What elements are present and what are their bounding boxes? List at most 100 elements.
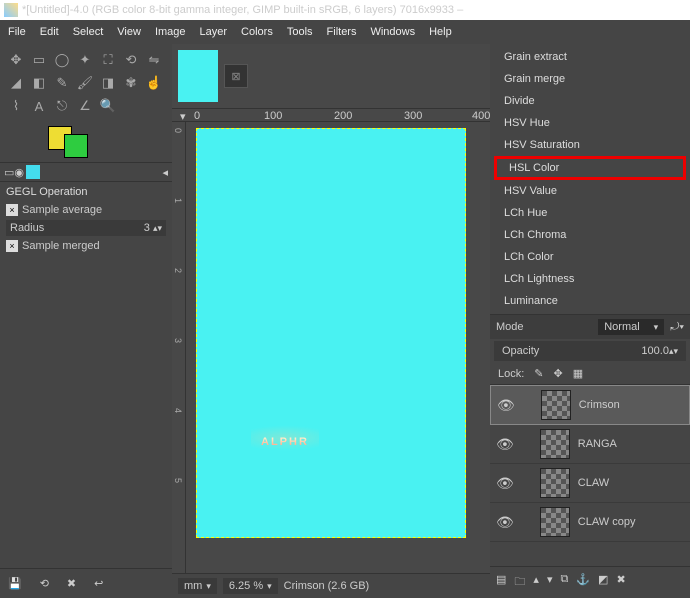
sample-average-label: Sample average [22,204,102,216]
blend-mode-item[interactable]: HSV Saturation [490,134,690,156]
blend-mode-item[interactable]: LCh Hue [490,202,690,224]
sample-average-option[interactable]: × Sample average [0,202,172,218]
checkbox-icon[interactable]: × [6,240,18,252]
delete-icon[interactable]: ✖ [67,577,76,590]
layer-group-icon[interactable]: 🗀 [514,573,525,592]
mode-switch-icon[interactable]: ⤾▾ [670,321,684,334]
lower-layer-icon[interactable]: ▾ [547,573,553,592]
menu-help[interactable]: Help [429,26,452,38]
image-thumb[interactable] [178,50,218,102]
bg-color[interactable] [64,134,88,158]
canvas[interactable]: ALPHR [186,122,490,573]
window-title: *[Untitled]-4.0 (RGB color 8-bit gamma i… [22,4,463,16]
mask-icon[interactable]: ◩ [598,573,608,592]
layer-row[interactable]: 👁Crimson [490,385,690,425]
new-layer-icon[interactable]: ▤ [496,573,506,592]
unit-dropdown[interactable]: mm▾ [178,578,217,594]
visibility-icon[interactable]: 👁 [496,436,514,453]
blend-mode-item[interactable]: LCh Color [490,246,690,268]
tool-crop[interactable]: ⛶ [98,50,118,70]
tool-lasso[interactable]: ◯ [52,50,72,70]
tab-icon[interactable] [26,165,40,179]
tab-icon[interactable]: ◉ [14,166,24,179]
layer-thumb [540,507,570,537]
raise-layer-icon[interactable]: ▴ [533,573,539,592]
tool-flip[interactable]: ⇋ [144,50,164,70]
lock-label: Lock: [498,368,524,380]
tool-eraser[interactable]: ◨ [98,73,118,93]
tool-wand[interactable]: ✦ [75,50,95,70]
close-thumb-icon[interactable]: ⊠ [224,64,248,88]
app-icon [4,3,18,17]
menu-edit[interactable]: Edit [40,26,59,38]
ruler-horizontal: ▾ 0 100 200 300 400 [172,108,490,122]
lock-row: Lock: ✎ ✥ ▦ [490,363,690,385]
blend-mode-item[interactable]: Grain merge [490,68,690,90]
tab-config-icon[interactable]: ◂ [162,166,168,179]
blend-mode-item[interactable]: HSL Color [494,156,686,180]
delete-layer-icon[interactable]: ✖ [616,573,625,592]
tool-zoom[interactable]: 🔍 [98,96,118,116]
blend-mode-item[interactable]: HSV Hue [490,112,690,134]
radius-field[interactable]: Radius 3 ▴▾ [6,220,166,236]
menu-windows[interactable]: Windows [370,26,415,38]
menu-tools[interactable]: Tools [287,26,313,38]
canvas-text: ALPHR [251,421,319,455]
zoom-dropdown[interactable]: 6.25 %▾ [223,578,278,594]
checkbox-icon[interactable]: × [6,204,18,216]
canvas-panel: ⊠ ▾ 0 100 200 300 400 0 1 2 3 4 5 ALPHR [172,44,490,598]
tool-brush[interactable]: 🖌 [75,73,95,93]
tool-move[interactable]: ✥ [6,50,26,70]
tool-pencil[interactable]: ✎ [52,73,72,93]
tool-measure[interactable]: ∠ [75,96,95,116]
blend-mode-item[interactable]: Grain extract [490,46,690,68]
merge-layer-icon[interactable]: ⚓ [576,573,590,592]
layer-row[interactable]: 👁 RANGA [490,425,690,464]
tool-rotate[interactable]: ⟲ [121,50,141,70]
lock-alpha-icon[interactable]: ▦ [573,367,583,380]
tool-path[interactable]: ⌇ [6,96,26,116]
blend-mode-item[interactable]: LCh Lightness [490,268,690,290]
blend-mode-item[interactable]: LCh Chroma [490,224,690,246]
tool-bucket[interactable]: ◢ [6,73,26,93]
lock-pixels-icon[interactable]: ✎ [534,367,543,380]
sample-merged-label: Sample merged [22,240,100,252]
tool-select-rect[interactable]: ▭ [29,50,49,70]
spinner-icon[interactable]: ▴▾ [153,223,162,233]
tool-text[interactable]: A [29,96,49,116]
tool-gradient[interactable]: ◧ [29,73,49,93]
blend-mode-item[interactable]: HSV Value [490,180,690,202]
tool-clone[interactable]: ✾ [121,73,141,93]
blend-mode-item[interactable]: Luminance [490,290,690,312]
menu-colors[interactable]: Colors [241,26,273,38]
duplicate-layer-icon[interactable]: ⧉ [560,573,568,592]
menu-image[interactable]: Image [155,26,186,38]
opacity-slider[interactable]: Opacity 100.0▴▾ [494,341,686,361]
menu-file[interactable]: File [8,26,26,38]
blend-mode-item[interactable]: Divide [490,90,690,112]
layer-row[interactable]: 👁CLAW [490,464,690,503]
menu-select[interactable]: Select [73,26,104,38]
menu-view[interactable]: View [117,26,141,38]
color-swatches[interactable] [0,122,172,162]
reload-icon[interactable]: ⟲ [40,577,49,590]
save-icon[interactable]: 💾 [8,577,22,590]
lock-position-icon[interactable]: ✥ [554,367,563,380]
reset-icon[interactable]: ↩ [94,577,103,590]
visibility-icon[interactable]: 👁 [496,514,514,531]
tool-picker[interactable]: ⎋ [52,96,72,116]
layer-name: RANGA [578,438,617,450]
layer-row[interactable]: 👁CLAW copy [490,503,690,542]
layer-thumb [540,429,570,459]
visibility-icon[interactable]: 👁 [496,475,514,492]
tool-smudge[interactable]: ☝ [144,73,164,93]
mode-dropdown[interactable]: Normal▾ [598,319,664,335]
visibility-icon[interactable]: 👁 [497,397,515,414]
ruler-vertical: 0 1 2 3 4 5 [172,122,186,573]
menu-layer[interactable]: Layer [200,26,228,38]
tab-icon[interactable]: ▭ [4,166,14,179]
canvas-image[interactable]: ALPHR [196,128,466,538]
sample-merged-option[interactable]: × Sample merged [0,238,172,254]
spinner-icon[interactable]: ▴▾ [669,346,678,356]
menu-filters[interactable]: Filters [327,26,357,38]
